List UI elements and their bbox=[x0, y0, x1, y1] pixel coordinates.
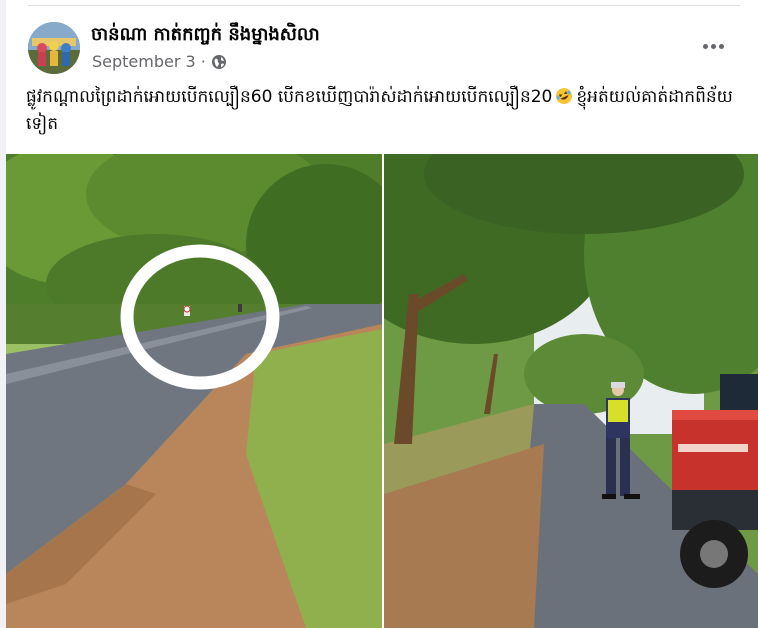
post-meta: September 3 · bbox=[92, 52, 227, 71]
post-text: ផ្លូវកណ្ដាលព្រៃដាក់អោយបើកល្បឿន60 បើកខឃើញ… bbox=[26, 84, 746, 138]
road-photo-right[interactable] bbox=[384, 154, 758, 628]
post-date[interactable]: September 3 bbox=[92, 52, 196, 71]
road-photo-left[interactable] bbox=[6, 154, 382, 628]
facebook-post: ចាន់ណា កាត់កញ្ចក់ នឹងម្នាងសិលា September… bbox=[6, 0, 758, 628]
more-options-icon[interactable] bbox=[696, 32, 730, 60]
avatar[interactable] bbox=[28, 22, 80, 74]
meta-separator: · bbox=[200, 52, 206, 71]
globe-icon[interactable] bbox=[211, 54, 227, 70]
divider bbox=[28, 5, 740, 6]
rolling-on-floor-laughing-emoji-icon bbox=[555, 87, 573, 105]
author-name[interactable]: ចាន់ណា កាត់កញ្ចក់ នឹងម្នាងសិលា bbox=[91, 22, 320, 49]
post-text-part1: ផ្លូវកណ្ដាលព្រៃដាក់អោយបើកល្បឿន60 បើកខឃើញ… bbox=[26, 87, 553, 107]
